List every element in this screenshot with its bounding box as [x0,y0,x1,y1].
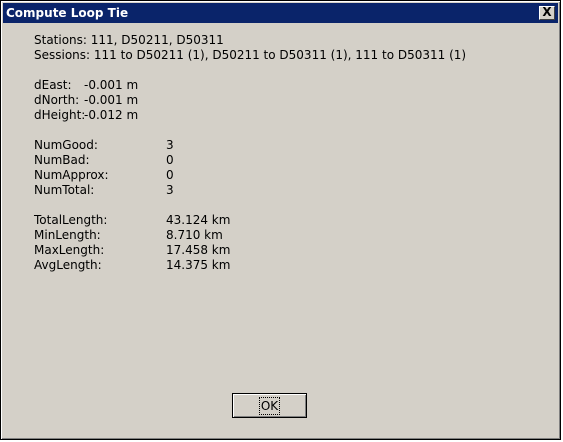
sessions-line: Sessions: 111 to D50211 (1), D50211 to D… [34,48,467,62]
delta-value: -0.001 m [84,78,139,92]
count-label: NumTotal: [34,183,95,197]
count-row: NumApprox: 0 [34,168,466,183]
count-label: NumBad: [34,153,90,167]
stations-line: Stations: 111, D50211, D50311 [34,33,224,47]
length-label: MinLength: [34,228,101,242]
length-row: MaxLength: 17.458 km [34,243,466,258]
delta-row: dNorth: -0.001 m [34,93,466,108]
delta-label: dHeight: [34,108,86,122]
length-label: AvgLength: [34,258,102,272]
delta-row: dHeight: -0.012 m [34,108,466,123]
loop-tie-results: Stations: 111, D50211, D50311 Sessions: … [34,33,466,273]
count-row: NumBad: 0 [34,153,466,168]
count-row: NumTotal: 3 [34,183,466,198]
delta-row: dEast: -0.001 m [34,78,466,93]
length-row: MinLength: 8.710 km [34,228,466,243]
length-value: 43.124 km [166,213,231,227]
close-button[interactable]: X [539,6,555,20]
count-value: 0 [166,153,174,167]
length-label: MaxLength: [34,243,105,257]
count-label: NumApprox: [34,168,109,182]
window-title: Compute Loop Tie [6,6,129,20]
length-row: TotalLength: 43.124 km [34,213,466,228]
count-value: 3 [166,138,174,152]
close-icon: X [542,5,552,19]
delta-label: dEast: [34,78,72,92]
count-value: 3 [166,183,174,197]
length-value: 14.375 km [166,258,231,272]
ok-button[interactable]: OK [232,393,307,418]
length-row: AvgLength: 14.375 km [34,258,466,273]
dialog-window: Compute Loop Tie X Stations: 111, D50211… [0,0,561,440]
delta-value: -0.001 m [84,93,139,107]
delta-value: -0.012 m [84,108,139,122]
length-value: 8.710 km [166,228,223,242]
title-bar[interactable]: Compute Loop Tie X [3,3,558,23]
count-label: NumGood: [34,138,98,152]
delta-label: dNorth: [34,93,80,107]
count-value: 0 [166,168,174,182]
count-row: NumGood: 3 [34,138,466,153]
length-value: 17.458 km [166,243,231,257]
length-label: TotalLength: [34,213,108,227]
ok-button-label: OK [258,396,281,415]
